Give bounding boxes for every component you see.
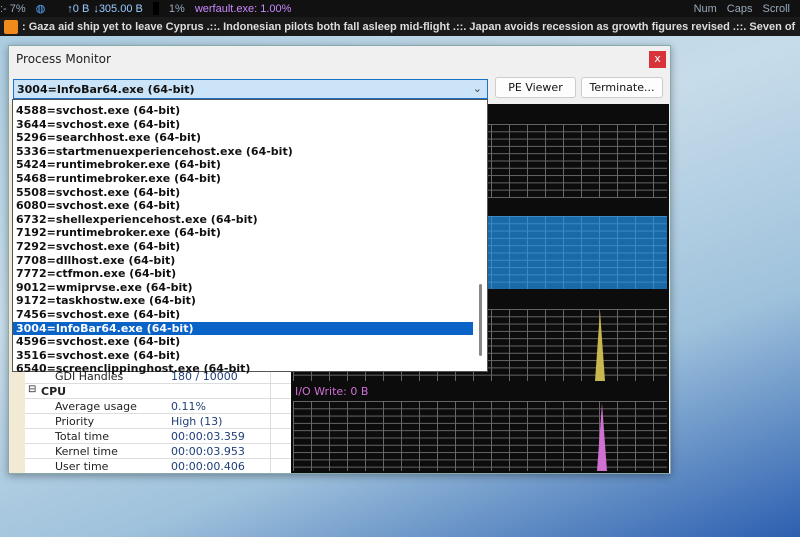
scroll-lock: Scroll [762,2,790,15]
io-read-spike [595,311,605,381]
process-option[interactable]: 7708=dllhost.exe (64-bit) [13,254,487,268]
process-option[interactable]: 6080=svchost.exe (64-bit) [13,199,487,213]
property-row: Kernel time 00:00:03.953 [25,444,291,459]
net-down: ↓305.00 B [93,2,143,15]
ticker-text[interactable]: : Gaza aid ship yet to leave Cyprus .::.… [22,21,795,33]
process-dropdown-list[interactable]: 4588=svchost.exe (64-bit) 3644=svchost.ex… [12,99,488,375]
close-button[interactable]: x [649,51,666,68]
io-write-graph [293,401,667,471]
process-combo[interactable]: 3004=InfoBar64.exe (64-bit) ⌄ [13,79,488,99]
collapse-icon[interactable]: ⊟ [28,384,36,395]
property-row: Average usage 0.11% [25,399,291,414]
process-option[interactable]: 9172=taskhostw.exe (64-bit) [13,294,487,308]
process-option[interactable]: 6732=shellexperiencehost.exe (64-bit) [13,213,487,227]
news-ticker[interactable]: : Gaza aid ship yet to leave Cyprus .::.… [0,17,800,36]
property-row: Priority High (13) [25,414,291,429]
process-option[interactable]: 7772=ctfmon.exe (64-bit) [13,267,487,281]
terminate-button[interactable]: Terminate... [581,77,663,98]
cpu-usage: :- 7% [0,2,26,15]
disk-icon: ▮ [152,2,159,15]
scrollbar[interactable] [474,101,486,371]
process-option[interactable]: 3644=svchost.exe (64-bit) [13,118,487,132]
scrollbar-thumb[interactable] [479,284,482,356]
process-option[interactable]: 7292=svchost.exe (64-bit) [13,240,487,254]
process-option[interactable]: 3516=svchost.exe (64-bit) [13,349,487,363]
status-bar: :- 7% ◍ ↑0 B ↓305.00 B ▮ 1% werfault.exe… [0,0,800,17]
process-option[interactable]: 5424=runtimebroker.exe (64-bit) [13,158,487,172]
process-option[interactable]: 7456=svchost.exe (64-bit) [13,308,487,322]
process-option[interactable]: 4588=svchost.exe (64-bit) [13,104,487,118]
chevron-down-icon[interactable]: ⌄ [473,82,482,95]
top-process: werfault.exe: 1.00% [194,2,292,15]
process-option[interactable]: 5468=runtimebroker.exe (64-bit) [13,172,487,186]
net-up: ↑0 B [67,2,90,15]
process-option[interactable]: 6540=screenclippinghost.exe (64-bit) [13,362,487,376]
window-title: Process Monitor [16,52,111,66]
io-write-label: I/O Write: 0 B [295,385,369,398]
disk-usage: 1% [168,2,185,15]
num-lock: Num [693,2,717,15]
pe-viewer-button[interactable]: PE Viewer [495,77,576,98]
caps-lock: Caps [726,2,753,15]
process-option[interactable]: 9012=wmiprvse.exe (64-bit) [13,281,487,295]
combo-value: 3004=InfoBar64.exe (64-bit) [17,83,195,96]
process-option[interactable]: 4596=svchost.exe (64-bit) [13,335,487,349]
property-row: User time 00:00:00.406 [25,459,291,473]
process-option[interactable]: 5296=searchhost.exe (64-bit) [13,131,487,145]
process-option[interactable]: 5336=startmenuexperiencehost.exe (64-bit… [13,145,487,159]
io-write-spike [597,403,607,471]
rss-icon [4,19,18,34]
globe-icon: ◍ [35,3,46,15]
process-option[interactable]: 3004=InfoBar64.exe (64-bit) [13,321,473,336]
property-row: Total time 00:00:03.359 [25,429,291,444]
process-option[interactable]: 5508=svchost.exe (64-bit) [13,186,487,200]
process-option[interactable]: 7192=runtimebroker.exe (64-bit) [13,226,487,240]
cpu-group[interactable]: ⊟ CPU [25,384,291,399]
